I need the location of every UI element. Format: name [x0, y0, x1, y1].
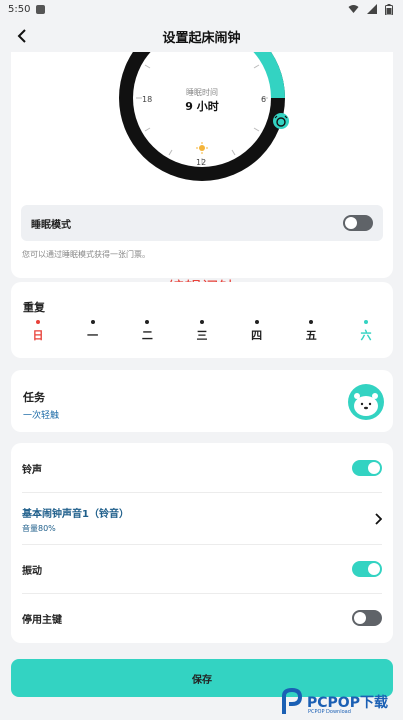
day-saturday[interactable]: 六 — [351, 320, 381, 343]
clock-tick-bottom: 12 — [196, 158, 206, 167]
ringtone-label: 铃声 — [22, 464, 42, 476]
day-dot — [36, 320, 40, 324]
watermark: PCPOP下载 PCPOP Download — [280, 686, 403, 718]
toggle-knob — [368, 462, 380, 474]
page-title: 设置起床闹钟 — [162, 30, 241, 46]
day-dot — [309, 320, 314, 324]
day-label: 日 — [32, 329, 44, 342]
ringtone-row[interactable]: 铃声 — [11, 455, 393, 481]
alarm-handle[interactable] — [273, 113, 289, 129]
ringtone-sound-text: 基本闹钟声音1（铃音） 音量80% — [22, 505, 129, 534]
sleep-mode-label: 睡眠模式 — [31, 219, 71, 231]
repeat-label: 重复 — [23, 301, 45, 314]
sleep-clock[interactable]: 18 6 12 睡眠时间 9 小时 — [11, 52, 393, 202]
divider — [22, 593, 382, 594]
ringtone-volume: 音量80% — [22, 523, 56, 533]
ringtone-toggle[interactable] — [352, 460, 382, 476]
sleep-mode-toggle[interactable] — [343, 215, 373, 231]
day-monday[interactable]: 一 — [78, 320, 108, 343]
wifi-icon — [348, 5, 359, 13]
back-button[interactable] — [10, 24, 34, 48]
toggle-knob — [354, 612, 366, 624]
toggle-knob — [345, 217, 357, 229]
task-value: 一次轻触 — [23, 411, 60, 421]
day-label: 五 — [305, 329, 317, 342]
battery-icon — [385, 3, 393, 15]
app-header: 设置起床闹钟 — [0, 20, 403, 52]
repeat-days: 日 一 二 三 四 五 六 — [23, 320, 381, 343]
alarm-settings-card: 铃声 基本闹钟声音1（铃音） 音量80% 振动 停用主键 — [11, 443, 393, 643]
toggle-knob — [368, 563, 380, 575]
day-dot — [199, 320, 204, 324]
status-right — [348, 3, 393, 15]
clock-tick-left: 18 — [142, 95, 152, 104]
disable-home-key-label: 停用主键 — [22, 614, 62, 626]
clock-tick-right: 6 — [261, 95, 266, 104]
ringtone-sound-row[interactable]: 基本闹钟声音1（铃音） 音量80% — [11, 501, 393, 537]
chevron-right-icon — [375, 513, 382, 525]
day-label: 一 — [87, 329, 99, 342]
vibration-row[interactable]: 振动 — [11, 556, 393, 582]
day-thursday[interactable]: 四 — [242, 320, 272, 343]
day-label: 二 — [141, 329, 153, 342]
notification-icon — [36, 4, 46, 14]
day-tuesday[interactable]: 二 — [132, 320, 162, 343]
day-dot — [90, 320, 95, 324]
day-label: 六 — [360, 329, 372, 342]
divider — [22, 492, 382, 493]
sleep-clock-card: 18 6 12 睡眠时间 9 小时 睡眠模式 您可以通过睡眠模式获得一张门票。 — [11, 52, 393, 278]
divider — [22, 544, 382, 545]
day-friday[interactable]: 五 — [296, 320, 326, 343]
day-wednesday[interactable]: 三 — [187, 320, 217, 343]
task-card[interactable]: 任务 一次轻触 — [11, 370, 393, 432]
signal-icon — [367, 4, 377, 14]
ringtone-sound-name: 基本闹钟声音1（铃音） — [22, 508, 129, 520]
watermark-sub: PCPOP Download — [308, 709, 351, 715]
disable-home-key-toggle[interactable] — [352, 610, 382, 626]
chevron-left-icon — [17, 29, 26, 43]
vibration-label: 振动 — [22, 565, 42, 577]
pcpop-logo-icon — [282, 688, 303, 714]
sleep-mode-row[interactable]: 睡眠模式 — [21, 205, 383, 241]
status-time: 5:50 — [8, 3, 31, 15]
disable-home-key-row[interactable]: 停用主键 — [11, 605, 393, 631]
sleep-time-caption: 睡眠时间 — [186, 87, 218, 97]
day-label: 四 — [251, 329, 263, 342]
day-dot — [363, 320, 368, 324]
task-label: 任务 — [23, 391, 45, 404]
sleep-mode-note: 您可以通过睡眠模式获得一张门票。 — [22, 250, 150, 259]
status-bar: 5:50 — [0, 0, 403, 18]
status-left: 5:50 — [8, 3, 46, 15]
day-dot — [254, 320, 259, 324]
repeat-card: 重复 日 一 二 三 四 五 六 — [11, 282, 393, 358]
sleep-duration: 9 小时 — [185, 99, 218, 113]
day-sunday[interactable]: 日 — [23, 320, 53, 343]
day-dot — [145, 320, 150, 324]
mascot-icon — [348, 384, 384, 420]
day-label: 三 — [196, 329, 208, 342]
vibration-toggle[interactable] — [352, 561, 382, 577]
